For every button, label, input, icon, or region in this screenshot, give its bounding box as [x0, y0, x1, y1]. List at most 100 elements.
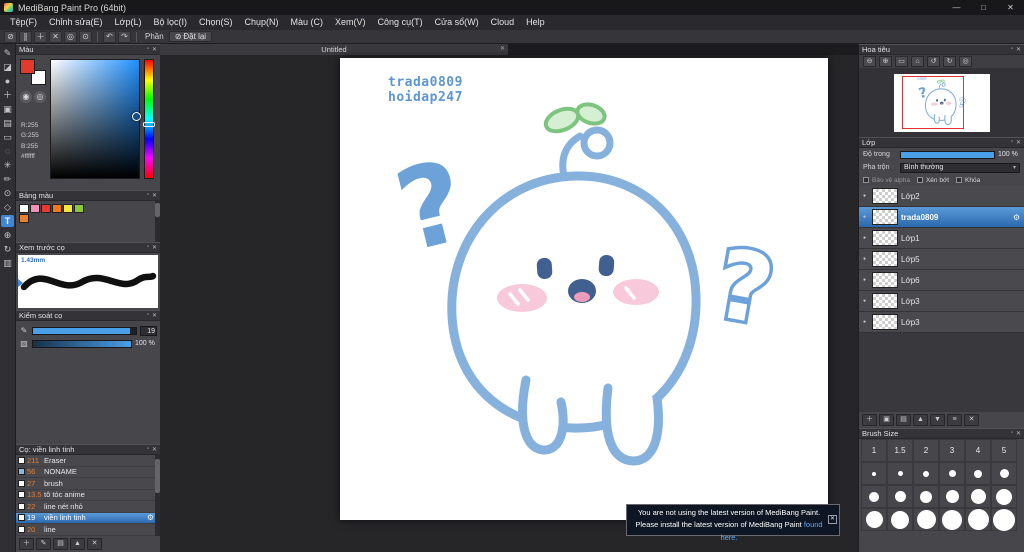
- eraser-tool[interactable]: ◪: [1, 61, 14, 73]
- brush-item[interactable]: 56 NONAME: [16, 466, 160, 478]
- layer-row[interactable]: ● Lớp1: [859, 228, 1024, 249]
- palette-swatch[interactable]: [63, 204, 73, 213]
- brush-size-option[interactable]: [965, 462, 991, 485]
- text-tool[interactable]: T: [1, 215, 14, 227]
- palette-swatch[interactable]: [19, 214, 29, 223]
- layer-row[interactable]: ● Lớp6: [859, 270, 1024, 291]
- close-button[interactable]: ✕: [997, 0, 1024, 15]
- redo-icon[interactable]: ↷: [118, 30, 131, 43]
- move-tool[interactable]: ＋: [1, 89, 14, 101]
- picker-marker[interactable]: [132, 112, 141, 121]
- view-frame[interactable]: [901, 75, 964, 129]
- move-layer-down-icon[interactable]: ▼: [930, 414, 945, 426]
- brush-size-option[interactable]: 2: [913, 439, 939, 462]
- saturation-value-picker[interactable]: [50, 59, 141, 179]
- tab-close-icon[interactable]: ✕: [500, 44, 505, 55]
- panel-close-icon[interactable]: ✕: [1016, 430, 1021, 437]
- panel-float-icon[interactable]: ▫: [147, 312, 149, 319]
- menu-tools[interactable]: Công cụ(T): [372, 15, 429, 30]
- delete-brush-icon[interactable]: ✕: [87, 538, 102, 550]
- brush-size-option[interactable]: [913, 485, 939, 508]
- palette-swatch[interactable]: [52, 204, 62, 213]
- brush-size-option[interactable]: [887, 462, 913, 485]
- panel-close-icon[interactable]: ✕: [152, 312, 157, 319]
- menu-cloud[interactable]: Cloud: [485, 15, 521, 30]
- select-tool[interactable]: ▭: [1, 131, 14, 143]
- panel-float-icon[interactable]: ▫: [1011, 46, 1013, 53]
- color-wheel-icon[interactable]: ◉: [20, 91, 32, 103]
- panel-float-icon[interactable]: ▫: [147, 244, 149, 251]
- fg-bg-swatches[interactable]: [20, 59, 46, 85]
- brush-size-option[interactable]: [991, 508, 1017, 531]
- frame-divide-tool[interactable]: ▥: [1, 257, 14, 269]
- document-tab[interactable]: Untitled ✕: [160, 44, 508, 55]
- add-layer-icon[interactable]: ＋: [862, 414, 877, 426]
- brush-tool[interactable]: ✎: [1, 47, 14, 59]
- actual-size-icon[interactable]: ⌂: [911, 56, 924, 67]
- protect-alpha-checkbox[interactable]: [863, 177, 869, 183]
- layer-visibility-icon[interactable]: ●: [863, 235, 869, 241]
- panel-float-icon[interactable]: ▫: [147, 192, 149, 199]
- menu-select[interactable]: Chọn(S): [193, 15, 239, 30]
- menu-filter[interactable]: Bộ lọc(I): [147, 15, 193, 30]
- zoom-tool[interactable]: ⊕: [1, 229, 14, 241]
- duplicate-layer-icon[interactable]: ▣: [879, 414, 894, 426]
- drawing-canvas[interactable]: trada0809 hoidap247 ? ?: [340, 58, 828, 520]
- brush-item[interactable]: 211 Eraser: [16, 455, 160, 467]
- layer-row-selected[interactable]: ● trada0809 ⚙: [859, 207, 1024, 228]
- panel-close-icon[interactable]: ✕: [1016, 139, 1021, 146]
- palette-swatch[interactable]: [41, 204, 51, 213]
- fill-tool[interactable]: ▣: [1, 103, 14, 115]
- menu-snap[interactable]: Chụp(N): [239, 15, 285, 30]
- brush-opacity-slider[interactable]: [32, 339, 132, 348]
- layer-visibility-icon[interactable]: ●: [863, 193, 869, 199]
- notification-close-icon[interactable]: ✕: [828, 515, 837, 524]
- brush-item-selected[interactable]: 19 viền linh tinh ⚙: [16, 512, 160, 524]
- panel-float-icon[interactable]: ▫: [147, 46, 149, 53]
- brush-size-option[interactable]: [991, 462, 1017, 485]
- menu-layer[interactable]: Lớp(L): [109, 15, 148, 30]
- reset-view-icon[interactable]: ◎: [959, 56, 972, 67]
- menu-file[interactable]: Tệp(F): [4, 15, 43, 30]
- lasso-tool[interactable]: ◌: [1, 145, 14, 157]
- brush-size-option[interactable]: [965, 485, 991, 508]
- zoom-out-icon[interactable]: ⊖: [863, 56, 876, 67]
- brush-size-option[interactable]: [939, 462, 965, 485]
- brush-size-option[interactable]: 5: [991, 439, 1017, 462]
- panel-close-icon[interactable]: ✕: [152, 244, 157, 251]
- brush-item[interactable]: 20 line: [16, 524, 160, 536]
- brush-size-option[interactable]: 1.5: [887, 439, 913, 462]
- move-layer-up-icon[interactable]: ▲: [913, 414, 928, 426]
- layer-visibility-icon[interactable]: ●: [863, 277, 869, 283]
- rotate-canvas-tool[interactable]: ↻: [1, 243, 14, 255]
- hand-tool[interactable]: ◇: [1, 201, 14, 213]
- brush-size-option[interactable]: [939, 508, 965, 531]
- rotate-right-icon[interactable]: ↻: [943, 56, 956, 67]
- brush-size-option[interactable]: [991, 485, 1017, 508]
- layer-row[interactable]: ● Lớp5: [859, 249, 1024, 270]
- navigator-thumbnail[interactable]: [893, 73, 990, 132]
- palette-swatch[interactable]: [30, 204, 40, 213]
- transparent-color-icon[interactable]: ◎: [34, 91, 46, 103]
- menu-help[interactable]: Help: [520, 15, 551, 30]
- brush-size-option[interactable]: [913, 508, 939, 531]
- menu-window[interactable]: Cửa sổ(W): [429, 15, 485, 30]
- minimize-button[interactable]: —: [943, 0, 970, 15]
- menu-edit[interactable]: Chỉnh sửa(E): [43, 15, 109, 30]
- menu-view[interactable]: Xem(V): [329, 15, 372, 30]
- brush-size-option[interactable]: [861, 485, 887, 508]
- rotate-left-icon[interactable]: ↺: [927, 56, 940, 67]
- gradient-tool[interactable]: ▤: [1, 117, 14, 129]
- dot-pen-tool[interactable]: ●: [1, 75, 14, 87]
- brush-size-option[interactable]: 3: [939, 439, 965, 462]
- brush-settings-gear-icon[interactable]: ⚙: [147, 513, 154, 522]
- diagonal-snap-icon[interactable]: ✕: [49, 30, 62, 43]
- brush-folder-icon[interactable]: ▤: [53, 538, 68, 550]
- blend-mode-dropdown[interactable]: Bình thường ▾: [900, 162, 1020, 173]
- panel-close-icon[interactable]: ✕: [1016, 46, 1021, 53]
- brush-size-option[interactable]: 4: [965, 439, 991, 462]
- panel-close-icon[interactable]: ✕: [152, 46, 157, 53]
- layer-settings-gear-icon[interactable]: ⚙: [1013, 213, 1020, 222]
- clipping-checkbox[interactable]: [916, 177, 923, 183]
- layer-folder-icon[interactable]: ▤: [896, 414, 911, 426]
